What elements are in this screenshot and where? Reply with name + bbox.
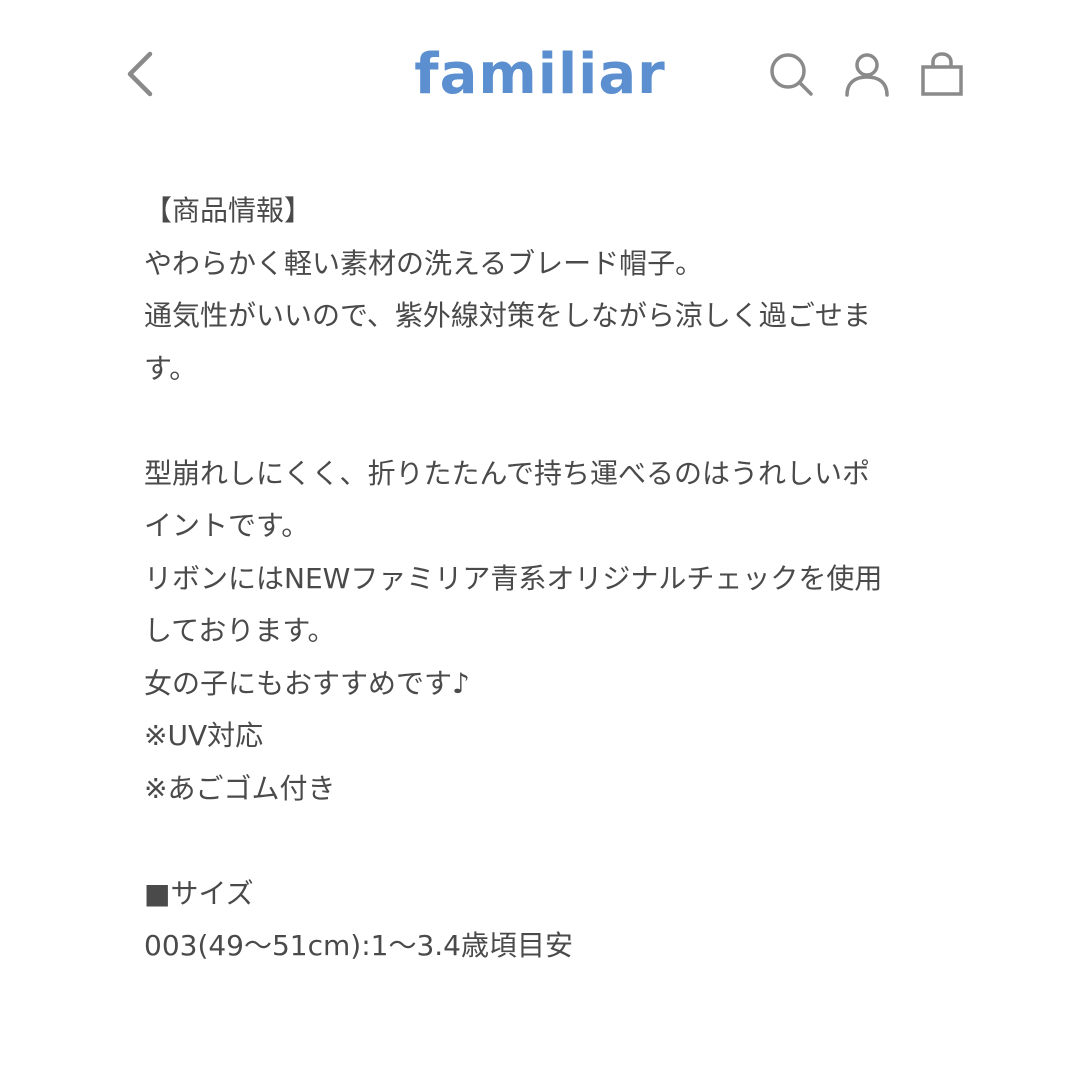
account-button[interactable] (842, 50, 892, 100)
chevron-left-icon (127, 51, 153, 97)
description-line: イントです。 (144, 509, 310, 542)
bag-icon (921, 52, 963, 96)
description-line: 女の子にもおすすめです♪ (144, 666, 470, 700)
description-line: やわらかく軽い素材の洗えるブレード帽子。 (144, 246, 704, 280)
description-line: リボンにはNEWファミリア青系オリジナルチェックを使用 (144, 561, 883, 595)
brand-logo[interactable]: familiar (400, 40, 680, 110)
search-icon (770, 53, 813, 96)
description-line: しております。 (144, 614, 336, 647)
feature-note-chin-strap: ※あごゴム付き (144, 771, 336, 805)
size-info: 003(49〜51cm):1〜3.4歳頃目安 (144, 929, 573, 962)
description-line: す。 (144, 351, 198, 385)
description-line: 型崩れしにくく、折りたたんで持ち運べるのはうれしいポ (144, 456, 871, 490)
back-button[interactable] (118, 48, 166, 100)
header-bar: familiar (0, 0, 1080, 150)
cart-button[interactable] (917, 50, 967, 100)
user-icon (845, 53, 889, 97)
search-button[interactable] (766, 50, 816, 100)
feature-note-uv: ※UV対応 (144, 719, 264, 752)
section-heading-size: ■サイズ (144, 876, 254, 910)
product-description: 【商品情報】 やわらかく軽い素材の洗えるブレード帽子。 通気性がいいので、紫外線… (144, 185, 944, 973)
section-heading-product-info: 【商品情報】 (144, 194, 313, 227)
description-line: 通気性がいいので、紫外線対策をしながら涼しく過ごせま (144, 299, 871, 332)
